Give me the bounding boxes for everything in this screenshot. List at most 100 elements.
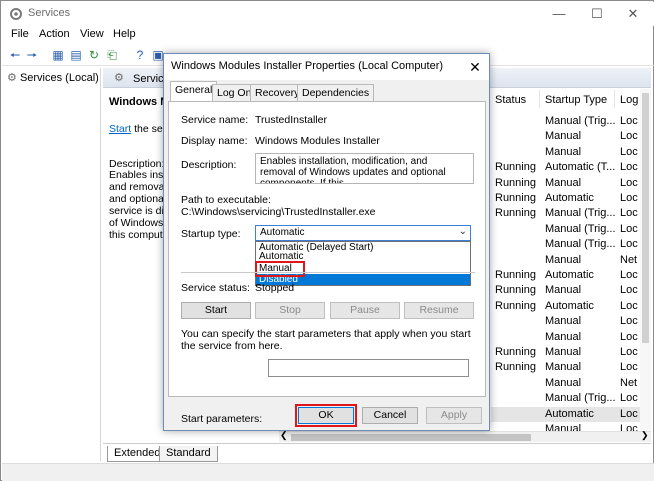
table-cell-logon: Loc — [620, 392, 638, 405]
description-label: Description: — [181, 159, 237, 171]
scroll-thumb[interactable] — [642, 93, 649, 343]
table-cell-startup: Automatic (T... — [545, 161, 616, 174]
table-row[interactable]: Manual Net — [491, 253, 641, 268]
properties-icon[interactable]: ▤ — [68, 47, 84, 63]
table-cell-status: Running — [495, 346, 536, 358]
window-title: Services — [28, 7, 71, 19]
minimize-icon[interactable]: — — [542, 5, 576, 23]
column-header-status[interactable]: Status — [495, 94, 526, 106]
table-row[interactable]: Manual Loc — [491, 145, 641, 160]
service-status-value: Stopped — [255, 282, 295, 294]
general-tab-panel: Service name: TrustedInstaller Display n… — [168, 101, 486, 425]
table-row[interactable]: Running Manual Loc — [491, 360, 641, 375]
tab-general[interactable]: General — [170, 81, 218, 102]
table-cell-status: Running — [495, 269, 536, 281]
table-cell-logon: Loc — [620, 330, 638, 343]
table-cell-logon: Loc — [620, 145, 638, 158]
console-tree: ⚙ Services (Local) — [3, 68, 101, 461]
services-gear-icon: ⚙ — [7, 72, 17, 84]
manual-option-highlight — [255, 261, 305, 277]
refresh-icon[interactable]: ↻ — [86, 47, 102, 63]
help-icon[interactable]: ? — [132, 47, 148, 63]
startup-type-label: Startup type: — [181, 228, 241, 240]
menu-view[interactable]: View — [80, 28, 104, 40]
cancel-button[interactable]: Cancel — [362, 407, 418, 424]
table-cell-startup: Manual — [545, 315, 582, 328]
column-header-log-on[interactable]: Log — [620, 94, 638, 106]
table-cell-logon: Loc — [620, 407, 638, 420]
properties-dialog: Windows Modules Installer Properties (Lo… — [163, 53, 490, 431]
table-cell-startup: Manual — [545, 330, 582, 343]
column-divider — [539, 90, 540, 108]
table-cell-logon: Loc — [620, 299, 638, 312]
forward-arrow-icon[interactable]: 🠖 — [24, 47, 40, 63]
table-row[interactable]: Manual (Trig... Loc — [491, 114, 641, 129]
table-row[interactable]: Manual Loc — [491, 330, 641, 345]
table-cell-startup: Automatic — [545, 192, 594, 204]
table-cell-startup: Manual — [545, 130, 582, 143]
table-row[interactable]: Automatic Loc — [491, 406, 641, 422]
description-line: of Windows — [109, 217, 164, 229]
close-icon[interactable]: ✕ — [616, 5, 650, 23]
table-row[interactable]: Running Manual Loc — [491, 176, 641, 191]
start-parameters-label: Start parameters: — [181, 413, 263, 425]
divider — [181, 272, 475, 273]
startup-type-select[interactable]: Automatic ⌄ — [255, 225, 471, 241]
table-cell-startup: Manual (Trig... — [545, 115, 616, 127]
column-header-startup-type[interactable]: Startup Type — [545, 94, 607, 106]
list-vertical-scrollbar[interactable] — [640, 89, 651, 431]
tree-item-services-local[interactable]: ⚙ Services (Local) — [7, 71, 99, 84]
table-row[interactable]: Running Automatic Loc — [491, 268, 641, 283]
table-row[interactable]: Manual (Trig... Loc — [491, 237, 641, 252]
maximize-icon[interactable]: ☐ — [580, 5, 614, 23]
table-row[interactable]: Running Manual (Trig... Loc — [491, 206, 641, 221]
table-row[interactable]: Manual (Trig... Loc — [491, 391, 641, 406]
table-row[interactable]: Running Automatic Loc — [491, 299, 641, 314]
table-cell-startup: Manual — [545, 284, 582, 297]
services-window: Services — ☐ ✕ File Action View Help 🠔 🠖… — [0, 0, 654, 481]
tab-standard[interactable]: Standard — [159, 446, 218, 462]
stop-button[interactable]: Stop — [255, 302, 325, 319]
tab-dependencies[interactable]: Dependencies — [297, 84, 375, 101]
show-tree-icon[interactable]: ▦ — [50, 47, 66, 63]
table-row[interactable]: Running Automatic (T... Loc — [491, 160, 641, 175]
table-cell-status: Running — [495, 176, 536, 189]
title-bar: Services — ☐ ✕ — [2, 2, 654, 26]
table-row[interactable]: Manual Loc — [491, 314, 641, 329]
resume-button[interactable]: Resume — [404, 302, 474, 319]
scroll-thumb[interactable] — [291, 434, 531, 441]
description-line: and optional — [109, 193, 167, 205]
list-horizontal-scrollbar[interactable]: ❮ ❯ — [279, 430, 651, 442]
menu-action[interactable]: Action — [39, 28, 70, 40]
description-text[interactable]: Enables installation, modification, and … — [255, 153, 474, 184]
start-parameters-input[interactable] — [268, 359, 469, 377]
export-icon[interactable]: ⎗ — [104, 47, 120, 63]
apply-button[interactable]: Apply — [426, 407, 482, 424]
table-cell-startup: Manual — [545, 376, 582, 389]
table-row[interactable]: Manual (Trig... Loc — [491, 222, 641, 237]
description-value: Enables installation, modification, and … — [260, 156, 446, 184]
menu-bar: File Action View Help — [2, 26, 654, 44]
table-row[interactable]: Running Manual Loc — [491, 345, 641, 360]
services-gear-icon — [9, 7, 23, 21]
table-row[interactable]: Manual Net — [491, 376, 641, 391]
table-row[interactable]: Running Manual Loc — [491, 283, 641, 298]
view-tabs: Extended Standard — [103, 443, 651, 462]
start-service-link[interactable]: Start — [109, 123, 131, 135]
dialog-title: Windows Modules Installer Properties (Lo… — [171, 60, 444, 72]
scroll-left-icon[interactable]: ❮ — [280, 430, 288, 441]
table-cell-logon: Loc — [620, 346, 638, 358]
back-arrow-icon[interactable]: 🠔 — [7, 47, 23, 63]
table-cell-logon: Loc — [620, 269, 638, 281]
table-row[interactable]: Manual Loc — [491, 129, 641, 144]
scroll-right-icon[interactable]: ❯ — [641, 430, 649, 441]
display-name-label: Display name: — [181, 135, 248, 147]
table-row[interactable]: Running Automatic Loc — [491, 191, 641, 206]
table-cell-status: Running — [495, 284, 536, 297]
path-value: C:\Windows\servicing\TrustedInstaller.ex… — [181, 206, 376, 218]
menu-help[interactable]: Help — [113, 28, 136, 40]
pause-button[interactable]: Pause — [330, 302, 400, 319]
dialog-close-icon[interactable]: ✕ — [466, 58, 484, 76]
start-button[interactable]: Start — [181, 302, 251, 319]
menu-file[interactable]: File — [11, 28, 29, 40]
